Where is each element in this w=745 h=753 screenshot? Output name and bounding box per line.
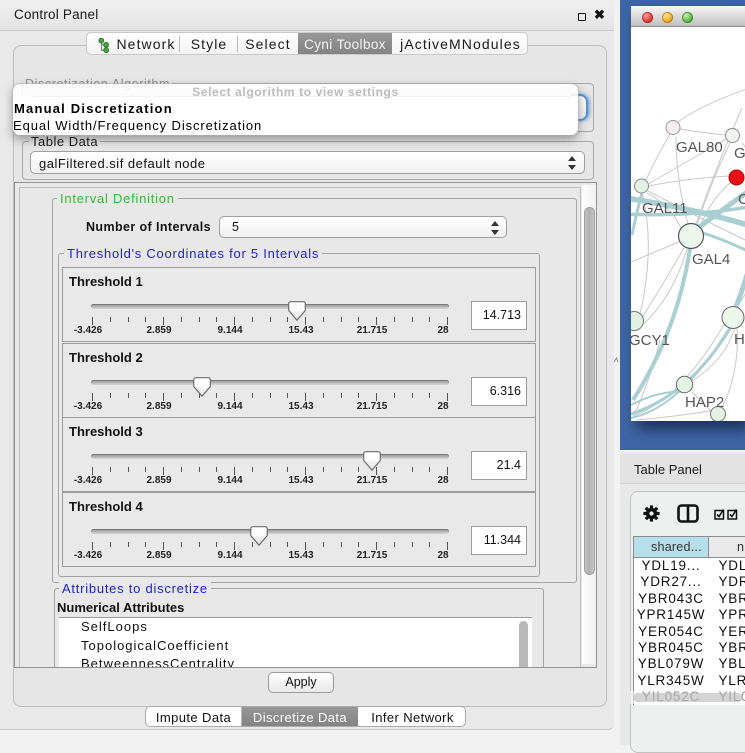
svg-text:C: C xyxy=(738,191,745,208)
svg-text:HAP2: HAP2 xyxy=(685,394,724,411)
svg-text:GAL11: GAL11 xyxy=(642,200,688,217)
svg-text:H: H xyxy=(734,331,745,348)
svg-text:GCY1: GCY1 xyxy=(631,332,670,349)
svg-text:GAL4: GAL4 xyxy=(692,251,730,268)
svg-text:GA: GA xyxy=(734,145,745,162)
svg-text:GAL80: GAL80 xyxy=(676,139,723,156)
